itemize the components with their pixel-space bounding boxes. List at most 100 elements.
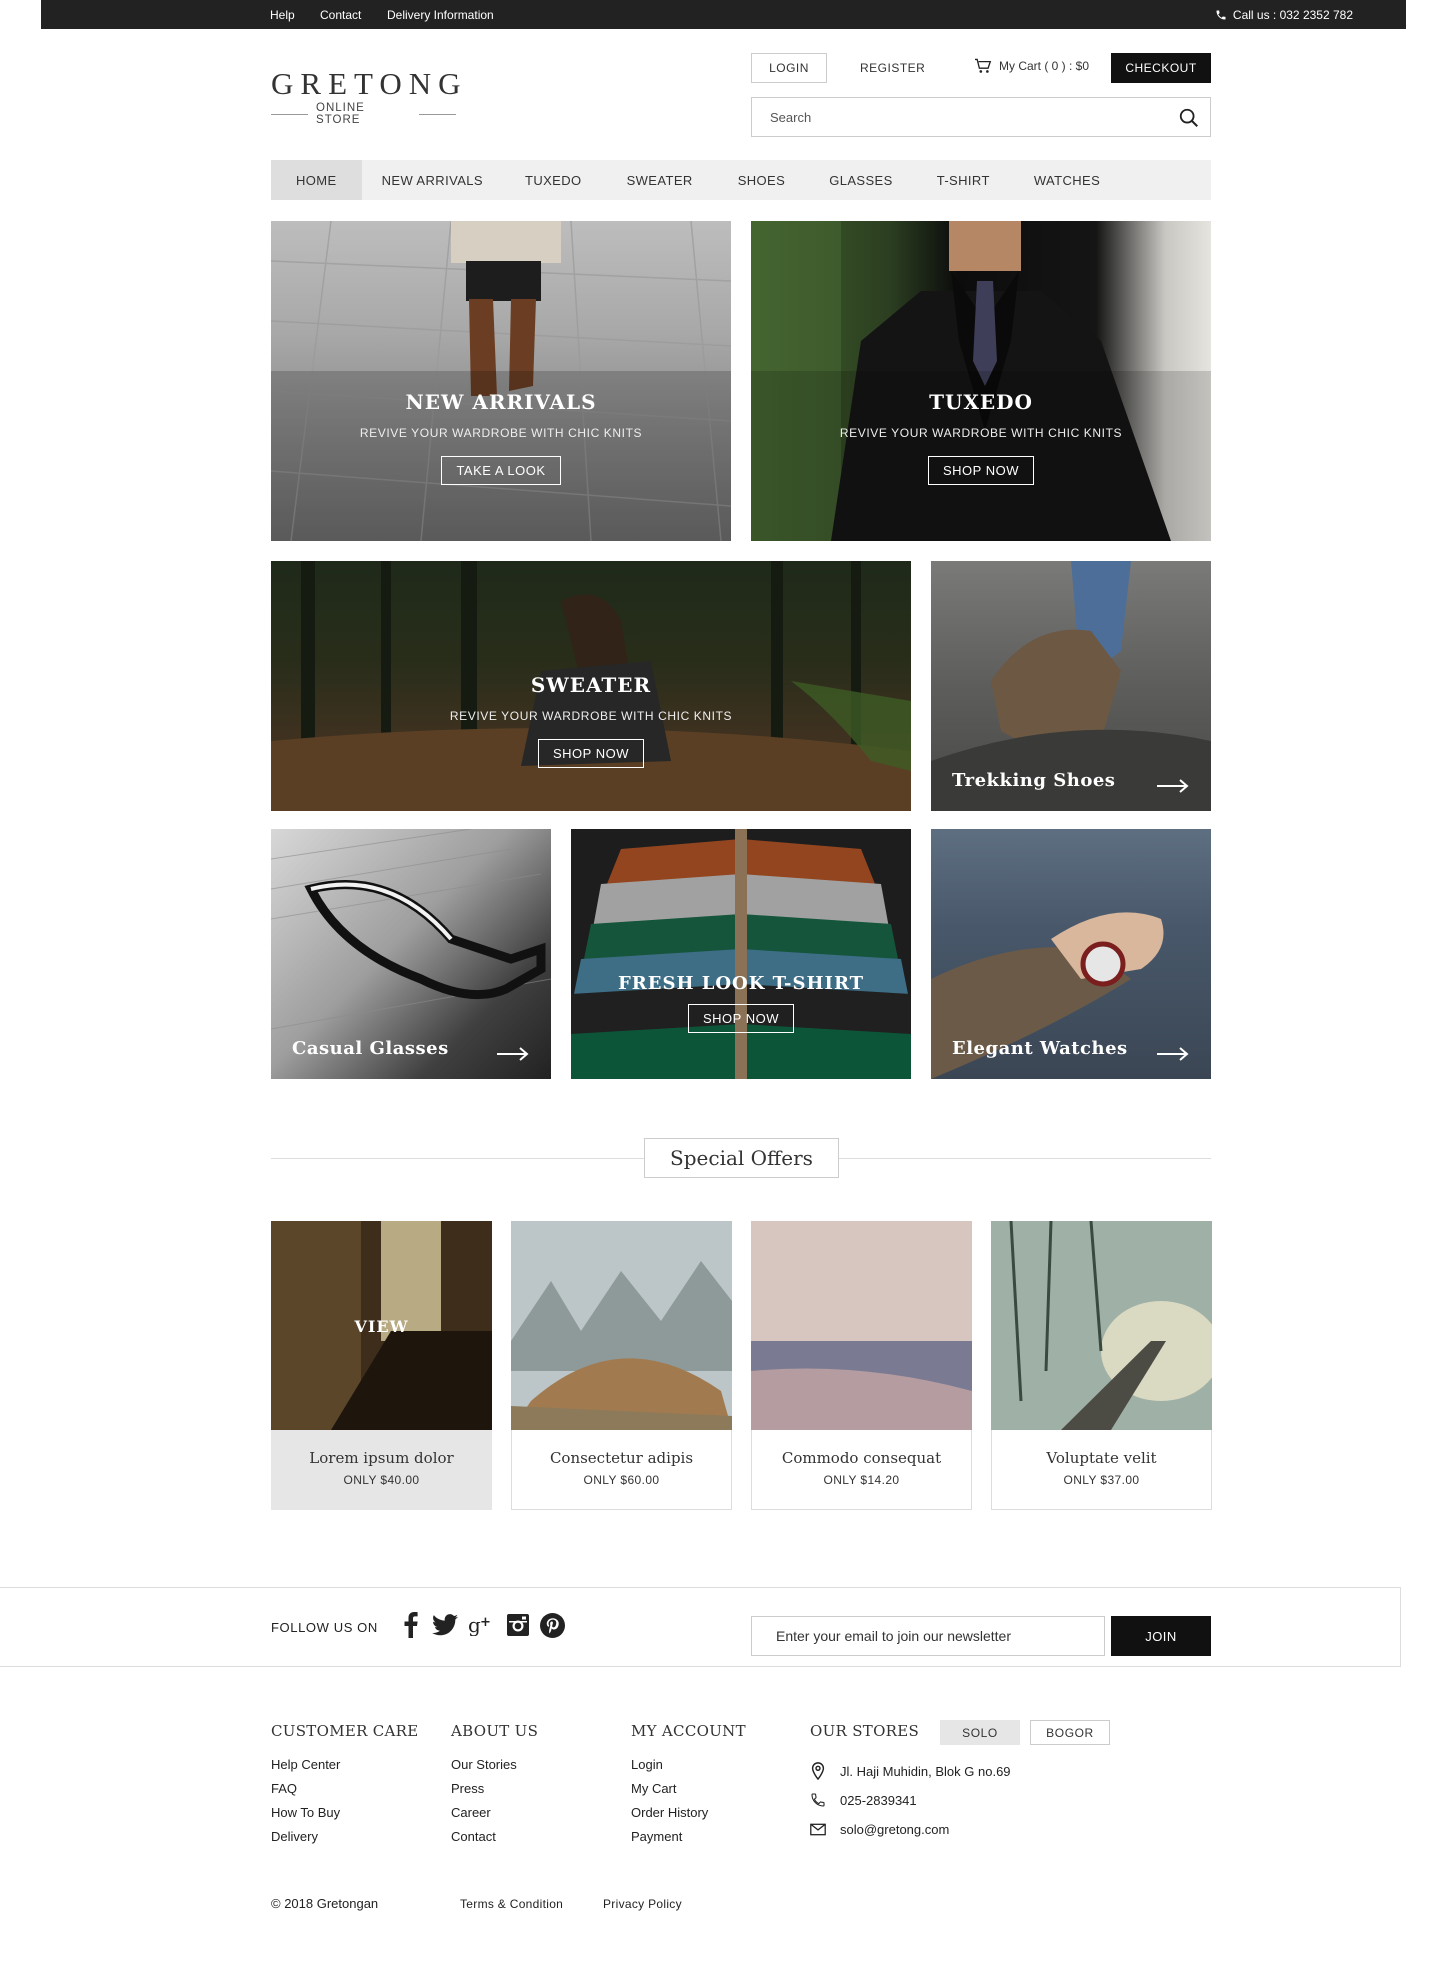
- divider: [418, 113, 456, 115]
- tuxedo-image: [751, 221, 1211, 541]
- my-account-column: MY ACCOUNT Login My Cart Order History P…: [631, 1722, 746, 1843]
- store-tab-bogor[interactable]: BOGOR: [1030, 1720, 1110, 1745]
- casual-glasses-tile[interactable]: Casual Glasses: [271, 829, 551, 1079]
- newsletter-email-input[interactable]: [752, 1617, 1104, 1655]
- checkout-button[interactable]: CHECKOUT: [1111, 53, 1211, 83]
- trekking-shoes-tile[interactable]: Trekking Shoes: [931, 561, 1211, 811]
- offer-card[interactable]: Commodo consequat ONLY $14.20: [751, 1221, 972, 1510]
- offer-price: ONLY $14.20: [823, 1473, 900, 1487]
- brand-name: GRETONG: [271, 66, 468, 101]
- newsletter-box: [751, 1616, 1105, 1656]
- about-us-heading: ABOUT US: [451, 1722, 539, 1740]
- tuxedo-tile[interactable]: TUXEDO REVIVE YOUR WARDROBE WITH CHIC KN…: [751, 221, 1211, 541]
- search-input[interactable]: [752, 98, 1152, 136]
- brand-tagline-row: ONLINE STORE: [271, 102, 456, 126]
- offer-info: Voluptate velit ONLY $37.00: [992, 1449, 1211, 1487]
- view-overlay-label[interactable]: VIEW: [272, 1317, 491, 1336]
- offer-price: ONLY $40.00: [343, 1473, 420, 1487]
- nav-new-arrivals[interactable]: NEW ARRIVALS: [362, 160, 503, 200]
- offer-info: Consectetur adipis ONLY $60.00: [512, 1449, 731, 1487]
- t-shirt-title: FRESH LOOK T-SHIRT: [617, 973, 864, 994]
- footer-link[interactable]: FAQ: [271, 1782, 419, 1795]
- footer-link[interactable]: My Cart: [631, 1782, 746, 1795]
- footer-link[interactable]: Career: [451, 1806, 538, 1819]
- footer-link[interactable]: Order History: [631, 1806, 746, 1819]
- offer-card[interactable]: VIEW Lorem ipsum dolor ONLY $40.00: [271, 1221, 492, 1510]
- nav-t-shirt[interactable]: T-SHIRT: [915, 160, 1012, 200]
- nav-sweater[interactable]: SWEATER: [604, 160, 716, 200]
- t-shirt-caption: FRESH LOOK T-SHIRT SHOP NOW: [571, 973, 911, 1033]
- sweater-title: SWEATER: [530, 673, 652, 697]
- cart-link[interactable]: My Cart ( 0 ) : $0: [974, 58, 1089, 74]
- new-arrivals-subtitle: REVIVE YOUR WARDROBE WITH CHIC KNITS: [359, 426, 643, 440]
- footer-link[interactable]: Our Stories: [451, 1758, 538, 1771]
- offer-image: [751, 1221, 972, 1430]
- phone-info: Call us : 032 2352 782: [1215, 8, 1353, 22]
- footer-link[interactable]: Help Center: [271, 1758, 419, 1771]
- help-link[interactable]: Help: [270, 8, 295, 22]
- footer-link[interactable]: Login: [631, 1758, 746, 1771]
- footer-link[interactable]: Contact: [451, 1830, 538, 1843]
- store-address-row: Jl. Haji Muhidin, Blok G no.69: [810, 1762, 1011, 1780]
- delivery-information-link[interactable]: Delivery Information: [387, 8, 494, 22]
- customer-care-heading: CUSTOMER CARE: [271, 1722, 419, 1740]
- login-button[interactable]: LOGIN: [751, 53, 827, 83]
- offer-image: [991, 1221, 1212, 1430]
- mail-icon: [810, 1823, 826, 1836]
- footer-link[interactable]: How To Buy: [271, 1806, 419, 1819]
- join-button[interactable]: JOIN: [1111, 1616, 1211, 1656]
- tuxedo-subtitle: REVIVE YOUR WARDROBE WITH CHIC KNITS: [839, 426, 1123, 440]
- footer-link[interactable]: Press: [451, 1782, 538, 1795]
- store-tab-solo[interactable]: SOLO: [940, 1720, 1020, 1745]
- pinterest-icon[interactable]: [540, 1612, 565, 1638]
- arrow-right-icon[interactable]: [497, 1047, 529, 1061]
- offer-card[interactable]: Consectetur adipis ONLY $60.00: [511, 1221, 732, 1510]
- nav-tuxedo[interactable]: TUXEDO: [503, 160, 604, 200]
- offer-price: ONLY $37.00: [1063, 1473, 1140, 1487]
- nav-shoes[interactable]: SHOES: [716, 160, 808, 200]
- arrow-right-icon[interactable]: [1157, 1047, 1189, 1061]
- offer-name: Consectetur adipis: [549, 1449, 694, 1467]
- follow-us-label: FOLLOW US ON: [271, 1620, 378, 1635]
- search-icon[interactable]: [1178, 107, 1200, 129]
- sweater-caption: SWEATER REVIVE YOUR WARDROBE WITH CHIC K…: [271, 673, 911, 768]
- phone-text: Call us : 032 2352 782: [1232, 8, 1353, 22]
- offer-info: Commodo consequat ONLY $14.20: [752, 1449, 971, 1487]
- t-shirt-tile[interactable]: FRESH LOOK T-SHIRT SHOP NOW: [571, 829, 911, 1079]
- tuxedo-title: TUXEDO: [929, 390, 1033, 414]
- sweater-tile[interactable]: SWEATER REVIVE YOUR WARDROBE WITH CHIC K…: [271, 561, 911, 811]
- nav-watches[interactable]: WATCHES: [1012, 160, 1122, 200]
- nav-glasses[interactable]: GLASSES: [807, 160, 915, 200]
- terms-link[interactable]: Terms & Condition: [460, 1897, 563, 1911]
- offer-image: [511, 1221, 732, 1430]
- new-arrivals-title: NEW ARRIVALS: [405, 390, 597, 414]
- elegant-watches-tile[interactable]: Elegant Watches: [931, 829, 1211, 1079]
- copyright: © 2018 Gretongan: [271, 1896, 379, 1911]
- footer-link[interactable]: Payment: [631, 1830, 746, 1843]
- twitter-icon[interactable]: [432, 1614, 458, 1636]
- t-shirt-shop-now-button[interactable]: SHOP NOW: [688, 1004, 794, 1033]
- trekking-shoes-title: Trekking Shoes: [952, 770, 1116, 791]
- arrow-right-icon[interactable]: [1157, 779, 1189, 793]
- google-plus-icon[interactable]: g +: [468, 1614, 496, 1636]
- top-bar: Help Contact Delivery Information Call u…: [41, 0, 1406, 29]
- contact-link[interactable]: Contact: [320, 8, 361, 22]
- privacy-link[interactable]: Privacy Policy: [603, 1897, 682, 1911]
- instagram-icon[interactable]: [506, 1613, 530, 1637]
- offer-card[interactable]: Voluptate velit ONLY $37.00: [991, 1221, 1212, 1510]
- register-link[interactable]: REGISTER: [860, 61, 925, 75]
- social-links: g +: [400, 1612, 565, 1638]
- tuxedo-caption: TUXEDO REVIVE YOUR WARDROBE WITH CHIC KN…: [751, 390, 1211, 485]
- our-stores-column: OUR STORES: [810, 1722, 919, 1740]
- facebook-icon[interactable]: [400, 1612, 422, 1638]
- take-a-look-button[interactable]: TAKE A LOOK: [441, 456, 561, 485]
- new-arrivals-tile[interactable]: NEW ARRIVALS REVIVE YOUR WARDROBE WITH C…: [271, 221, 731, 541]
- our-stores-heading: OUR STORES: [810, 1722, 920, 1740]
- store-phone[interactable]: 025-2839341: [840, 1793, 917, 1808]
- sweater-shop-now-button[interactable]: SHOP NOW: [538, 739, 644, 768]
- tuxedo-shop-now-button[interactable]: SHOP NOW: [928, 456, 1034, 485]
- logo[interactable]: GRETONG ONLINE STORE: [271, 66, 468, 126]
- footer-link[interactable]: Delivery: [271, 1830, 419, 1843]
- store-email[interactable]: solo@gretong.com: [840, 1822, 949, 1837]
- nav-home[interactable]: HOME: [271, 160, 362, 200]
